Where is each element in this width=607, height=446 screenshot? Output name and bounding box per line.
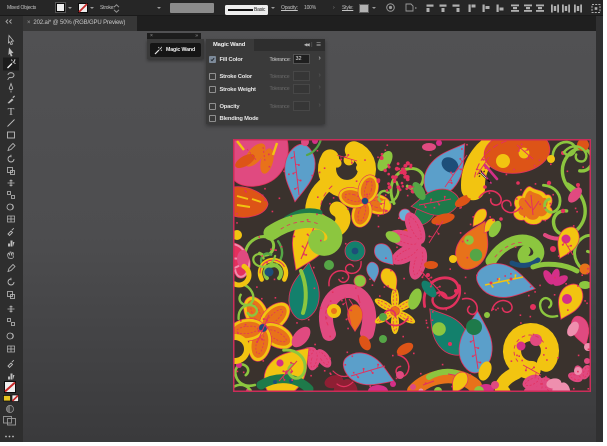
svg-text:T: T: [8, 106, 15, 118]
